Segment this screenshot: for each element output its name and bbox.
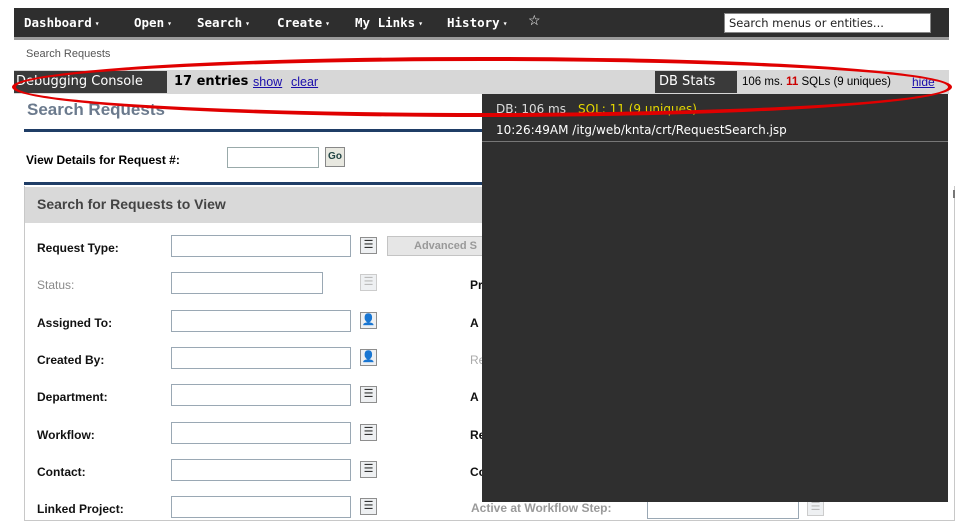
department-input[interactable]	[171, 384, 351, 406]
created-by-label: Created By:	[37, 353, 105, 367]
status-label: Status:	[37, 278, 75, 292]
created-by-input[interactable]	[171, 347, 351, 369]
created-by-user-icon[interactable]: 👤	[360, 349, 377, 366]
request-number-input[interactable]	[227, 147, 319, 168]
db-stats-summary: 106 ms. 11 SQLs (9 uniques)	[742, 76, 891, 88]
go-button[interactable]: Go	[325, 147, 345, 167]
debug-clear-link[interactable]: clear	[291, 75, 318, 89]
request-type-label: Request Type:	[37, 241, 119, 255]
linked-project-input[interactable]	[171, 496, 351, 518]
right-field-label-4: A	[470, 390, 479, 404]
favorite-star-icon[interactable]: ☆	[528, 11, 541, 29]
status-input[interactable]	[171, 272, 323, 294]
status-list-icon: ☰	[360, 274, 377, 291]
advanced-search-button[interactable]: Advanced S	[387, 236, 483, 256]
contact-list-icon[interactable]: ☰	[360, 461, 377, 478]
debug-stats-overlay	[482, 94, 948, 502]
debug-entry-count: 17 entries	[174, 74, 249, 89]
department-list-icon[interactable]: ☰	[360, 386, 377, 403]
workflow-label: Workflow:	[37, 428, 95, 442]
workflow-list-icon[interactable]: ☰	[360, 424, 377, 441]
db-stats-label[interactable]: DB Stats	[655, 71, 737, 93]
overlay-db-stats-line: DB: 106 ms SQL: 11 (9 uniques)	[496, 102, 697, 116]
contact-input[interactable]	[171, 459, 351, 481]
search-panel-title: Search for Requests to View	[37, 196, 226, 212]
menu-history[interactable]: History ▾	[447, 8, 508, 37]
assigned-to-user-icon[interactable]: 👤	[360, 312, 377, 329]
menu-my-links[interactable]: My Links ▾	[355, 8, 423, 37]
overlay-divider	[482, 141, 948, 142]
assigned-to-label: Assigned To:	[37, 316, 113, 330]
workflow-input[interactable]	[171, 422, 351, 444]
menu-search[interactable]: Search ▾	[197, 8, 250, 37]
overlay-request-path: 10:26:49AM /itg/web/knta/crt/RequestSear…	[496, 123, 787, 137]
breadcrumb[interactable]: Search Requests	[26, 48, 110, 60]
title-divider	[24, 129, 484, 132]
debug-show-link[interactable]: show	[253, 75, 282, 89]
linked-project-list-icon[interactable]: ☰	[360, 498, 377, 515]
contact-label: Contact:	[37, 465, 86, 479]
db-stats-hide-link[interactable]: hide	[912, 75, 935, 89]
active-workflow-step-label: Active at Workflow Step:	[471, 501, 612, 515]
global-search-input[interactable]: Search menus or entities...	[724, 13, 931, 33]
section-divider	[24, 182, 484, 185]
request-type-list-icon[interactable]: ☰	[360, 237, 377, 254]
page-title: Search Requests	[27, 100, 165, 119]
menu-dashboard[interactable]: Dashboard ▾	[24, 8, 100, 37]
right-field-label-1: Pr	[470, 278, 483, 292]
debug-console-title[interactable]: Debugging Console	[14, 71, 167, 93]
linked-project-label: Linked Project:	[37, 502, 124, 516]
request-type-input[interactable]	[171, 235, 351, 257]
view-details-label: View Details for Request #:	[26, 153, 180, 167]
right-field-label-2: A	[470, 316, 479, 330]
scroll-edge-mark	[953, 190, 955, 198]
assigned-to-input[interactable]	[171, 310, 351, 332]
menu-open[interactable]: Open ▾	[134, 8, 172, 37]
menu-create[interactable]: Create ▾	[277, 8, 330, 37]
department-label: Department:	[37, 390, 108, 404]
